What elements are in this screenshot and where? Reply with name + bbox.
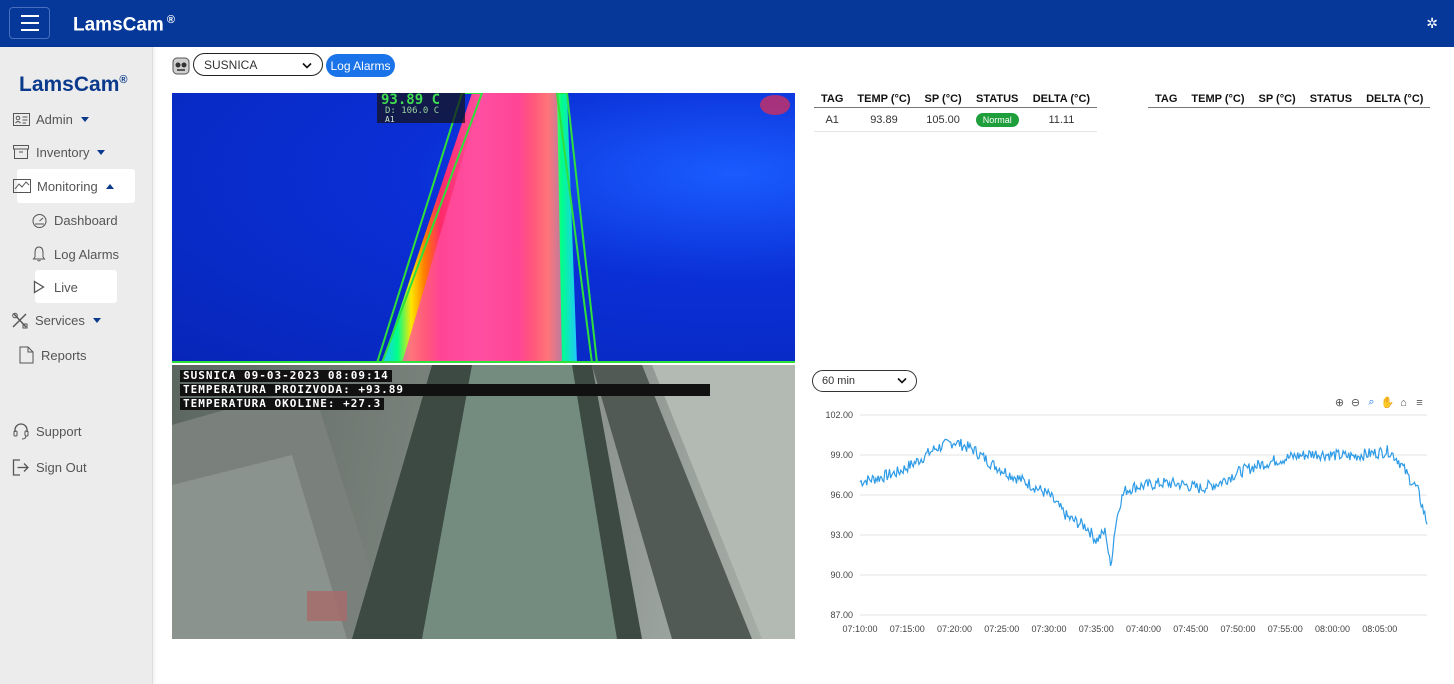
- sidebar-item-dashboard[interactable]: Dashboard: [30, 212, 118, 228]
- x-tick-label: 07:15:00: [890, 624, 925, 634]
- y-tick-label: 99.00: [830, 450, 853, 460]
- x-tick-label: 07:35:00: [1079, 624, 1114, 634]
- table-header-cell: TAG: [1148, 93, 1185, 108]
- chevron-down-icon: [97, 149, 106, 155]
- sign-out-icon: [12, 458, 30, 476]
- x-tick-label: 07:55:00: [1268, 624, 1303, 634]
- archive-icon: [12, 144, 30, 160]
- tools-icon: [11, 312, 29, 328]
- table-header-cell: DELTA (°C): [1025, 93, 1098, 108]
- log-alarms-button[interactable]: Log Alarms: [326, 54, 395, 77]
- sidebar-item-label: Log Alarms: [54, 246, 120, 262]
- y-tick-label: 90.00: [830, 570, 853, 580]
- x-tick-label: 07:25:00: [984, 624, 1019, 634]
- visual-osd-line2: TEMPERATURA PROIZVODA: +93.89: [180, 384, 710, 396]
- x-tick-label: 07:45:00: [1173, 624, 1208, 634]
- readings-table-secondary: TAG TEMP (°C) SP (°C) STATUS DELTA (°C): [1148, 93, 1431, 108]
- y-tick-label: 96.00: [830, 490, 853, 500]
- chevron-down-icon: [302, 58, 312, 72]
- sidebar-item-label: Sign Out: [36, 459, 87, 475]
- sidebar-item-label: Admin: [36, 111, 73, 127]
- x-tick-label: 07:20:00: [937, 624, 972, 634]
- sidebar-item-label: Reports: [41, 347, 87, 363]
- table-header-cell: DELTA (°C): [1359, 93, 1431, 108]
- x-tick-label: 07:30:00: [1031, 624, 1066, 634]
- sidebar-item-support[interactable]: Support: [12, 423, 82, 440]
- table-header-cell: SP (°C): [1251, 93, 1303, 108]
- visual-osd-line1: SUSNICA 09-03-2023 08:09:14: [180, 370, 392, 382]
- table-header-cell: TEMP (°C): [1184, 93, 1252, 108]
- y-tick-label: 102.00: [825, 410, 853, 420]
- chart-line-icon: [13, 178, 31, 194]
- chevron-down-icon: [897, 375, 907, 387]
- chevron-down-icon: [80, 116, 89, 122]
- chevron-down-icon: [92, 317, 101, 323]
- temp-cell: 93.89: [850, 107, 918, 132]
- sidebar-item-services[interactable]: Services: [11, 312, 101, 328]
- table-header-cell: SP (°C): [917, 93, 969, 108]
- sidebar-item-reports[interactable]: Reports: [17, 346, 87, 364]
- visual-osd-line3: TEMPERATURA OKOLINE: +27.3: [180, 398, 385, 410]
- gauge-icon: [30, 212, 48, 228]
- sidebar-logo: LamsCam®: [19, 73, 128, 96]
- settings-gear-icon[interactable]: ✲: [1426, 15, 1438, 32]
- camera-icon: [172, 56, 190, 76]
- sidebar-item-label: Support: [36, 423, 82, 439]
- sidebar-item-monitoring[interactable]: Monitoring: [13, 178, 114, 194]
- table-row: A1 93.89 105.00 Normal 11.11: [814, 107, 1098, 132]
- delta-cell: 11.11: [1025, 107, 1098, 132]
- brand-title: LamsCam ®: [73, 14, 175, 36]
- sidebar-item-sign-out[interactable]: Sign Out: [12, 458, 87, 476]
- sidebar-item-label: Dashboard: [54, 212, 118, 228]
- time-range-value: 60 min: [822, 375, 856, 387]
- x-tick-label: 08:00:00: [1315, 624, 1350, 634]
- id-card-icon: [12, 111, 30, 127]
- thermal-camera-feed: 93.89 C D: 106.0 C A1: [172, 93, 795, 363]
- table-header-row: TAG TEMP (°C) SP (°C) STATUS DELTA (°C): [814, 93, 1098, 108]
- camera-select[interactable]: SUSNICA: [193, 53, 323, 76]
- x-tick-label: 07:50:00: [1220, 624, 1255, 634]
- top-navbar: LamsCam ® ✲: [0, 0, 1454, 47]
- thermal-temp-label: 93.89 C: [381, 93, 441, 108]
- sidebar-item-label: Inventory: [36, 144, 90, 160]
- sidebar-item-label: Live: [54, 279, 78, 295]
- headset-icon: [12, 423, 30, 440]
- table-header-row: TAG TEMP (°C) SP (°C) STATUS DELTA (°C): [1148, 93, 1431, 108]
- thermal-readout: 93.89 C D: 106.0 C A1: [377, 93, 465, 124]
- x-tick-label: 07:10:00: [842, 624, 877, 634]
- sidebar-item-label: Monitoring: [37, 178, 98, 194]
- menu-toggle-icon[interactable]: [9, 7, 50, 39]
- table-header-cell: TEMP (°C): [850, 93, 918, 108]
- table-header-cell: TAG: [814, 93, 851, 108]
- time-range-select[interactable]: 60 min: [812, 370, 917, 392]
- play-icon: [30, 279, 48, 295]
- sidebar-item-admin[interactable]: Admin: [12, 111, 89, 127]
- sp-cell: 105.00: [917, 107, 969, 132]
- temperature-line-chart: 87.00 90.00 93.00 96.00 99.00 102.00 07:10:00 0…: [825, 410, 1428, 634]
- visual-camera-feed: SUSNICA 09-03-2023 08:09:14 TEMPERATURA …: [172, 365, 795, 639]
- table-header-cell: STATUS: [968, 93, 1026, 108]
- y-tick-label: 93.00: [830, 530, 853, 540]
- status-badge: Normal: [975, 113, 1019, 127]
- sidebar-item-log-alarms[interactable]: Log Alarms: [30, 246, 119, 262]
- tag-cell: A1: [814, 107, 851, 132]
- table-header-cell: STATUS: [1302, 93, 1360, 108]
- file-icon: [17, 346, 35, 364]
- chevron-up-icon: [105, 183, 114, 189]
- sidebar-item-label: Services: [35, 312, 85, 328]
- camera-select-value: SUSNICA: [204, 57, 258, 72]
- x-tick-label: 07:40:00: [1126, 624, 1161, 634]
- sidebar-item-live[interactable]: Live: [30, 279, 78, 295]
- status-cell: Normal: [968, 107, 1026, 132]
- sidebar-item-inventory[interactable]: Inventory: [12, 144, 106, 160]
- thermal-tag-label: A1: [385, 115, 395, 124]
- readings-table: TAG TEMP (°C) SP (°C) STATUS DELTA (°C) …: [814, 93, 1098, 132]
- x-tick-label: 08:05:00: [1362, 624, 1397, 634]
- bell-icon: [30, 246, 48, 262]
- y-tick-label: 87.00: [830, 610, 853, 620]
- sidebar: LamsCam®: [0, 47, 153, 684]
- series-line: [859, 438, 1428, 567]
